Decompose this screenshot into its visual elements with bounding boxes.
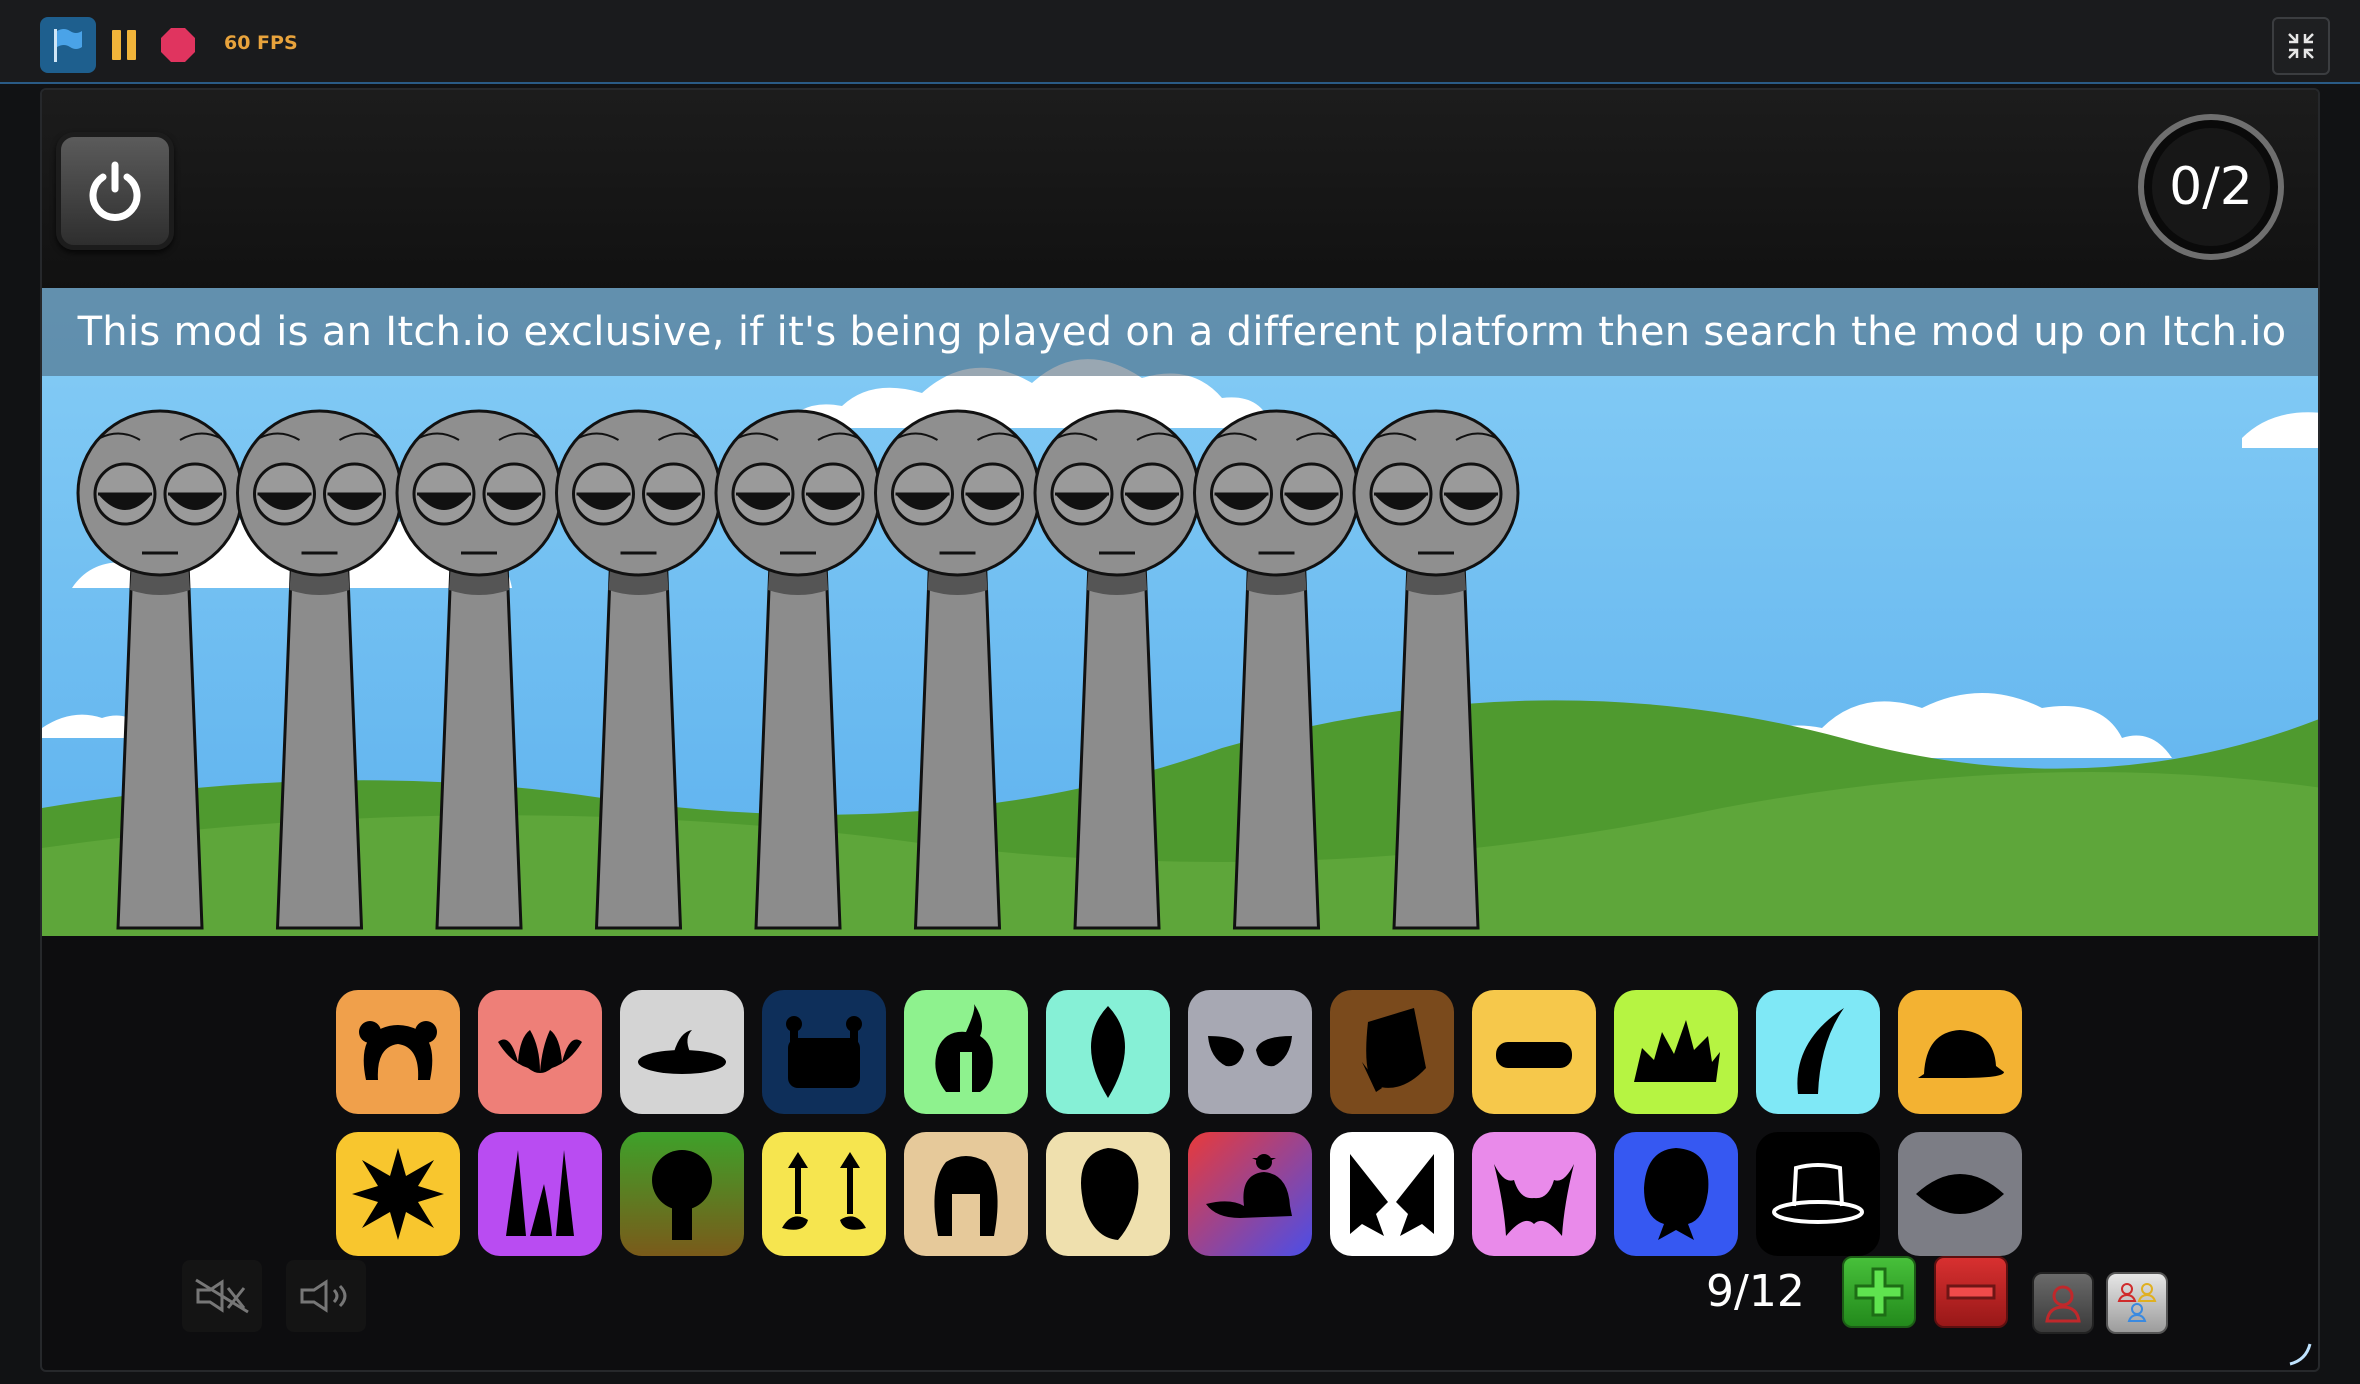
eye-shape-icon[interactable] [1898, 1132, 2022, 1256]
stop-icon[interactable] [150, 17, 206, 73]
leaf-icon[interactable] [1046, 990, 1170, 1114]
cap-icon[interactable] [1188, 1132, 1312, 1256]
add-button[interactable] [1842, 1256, 1916, 1328]
ears-icon[interactable] [336, 990, 460, 1114]
tree-head-icon[interactable] [620, 1132, 744, 1256]
wings-icon[interactable] [1330, 1132, 1454, 1256]
character-count: 9/12 [1706, 1266, 1805, 1317]
horn-icon[interactable] [1756, 990, 1880, 1114]
green-flag-icon[interactable] [40, 17, 96, 73]
multi-character-icon [2117, 1283, 2157, 1322]
score-counter: 0/2 [2138, 114, 2284, 260]
mute-visuals-button[interactable] [182, 1260, 262, 1332]
hood-icon[interactable] [904, 1132, 1028, 1256]
remove-icon [1946, 1284, 1996, 1300]
multi-character-button[interactable] [2106, 1272, 2168, 1334]
character-button[interactable] [2032, 1272, 2094, 1334]
egg-head-icon[interactable] [1046, 1132, 1170, 1256]
visor-icon[interactable] [1472, 990, 1596, 1114]
ufo-hat-icon[interactable] [620, 990, 744, 1114]
pause-icon[interactable] [96, 17, 152, 73]
power-button[interactable] [56, 132, 174, 250]
robot-head-icon[interactable] [762, 990, 886, 1114]
add-icon [1854, 1267, 1904, 1317]
remove-button[interactable] [1934, 1256, 2008, 1328]
stage-header [42, 90, 2318, 290]
itch-notice-banner: This mod is an Itch.io exclusive, if it'… [42, 288, 2318, 376]
bowler-hat-icon[interactable] [1898, 990, 2022, 1114]
star-burst-icon[interactable] [336, 1132, 460, 1256]
fangs-icon[interactable] [478, 990, 602, 1114]
antenna-icon[interactable] [762, 1132, 886, 1256]
alien-eyes-icon[interactable] [1188, 990, 1312, 1114]
spikes-icon[interactable] [478, 1132, 602, 1256]
crown-icon[interactable] [1614, 990, 1738, 1114]
character-row [76, 409, 1520, 930]
fps-label: 60 FPS [224, 32, 298, 54]
exit-fullscreen-icon[interactable] [2272, 17, 2330, 75]
resize-handle-icon[interactable] [2284, 1338, 2314, 1368]
sound-icon [300, 1279, 347, 1313]
sound-button[interactable] [286, 1260, 366, 1332]
top-hat-icon[interactable] [1756, 1132, 1880, 1256]
hair-curl-icon[interactable] [904, 990, 1028, 1114]
scene-background [42, 288, 2318, 936]
mute-visuals-icon [195, 1278, 249, 1314]
power-icon [89, 161, 141, 221]
character-icon [2045, 1285, 2081, 1323]
round-head-icon[interactable] [1614, 1132, 1738, 1256]
bucket-icon[interactable] [1330, 990, 1454, 1114]
game-stage: 0/2 This mod is an Itch.io exclusive, if… [40, 88, 2320, 1372]
mustache-icon[interactable] [1472, 1132, 1596, 1256]
top-toolbar: 60 FPS [0, 0, 2360, 84]
